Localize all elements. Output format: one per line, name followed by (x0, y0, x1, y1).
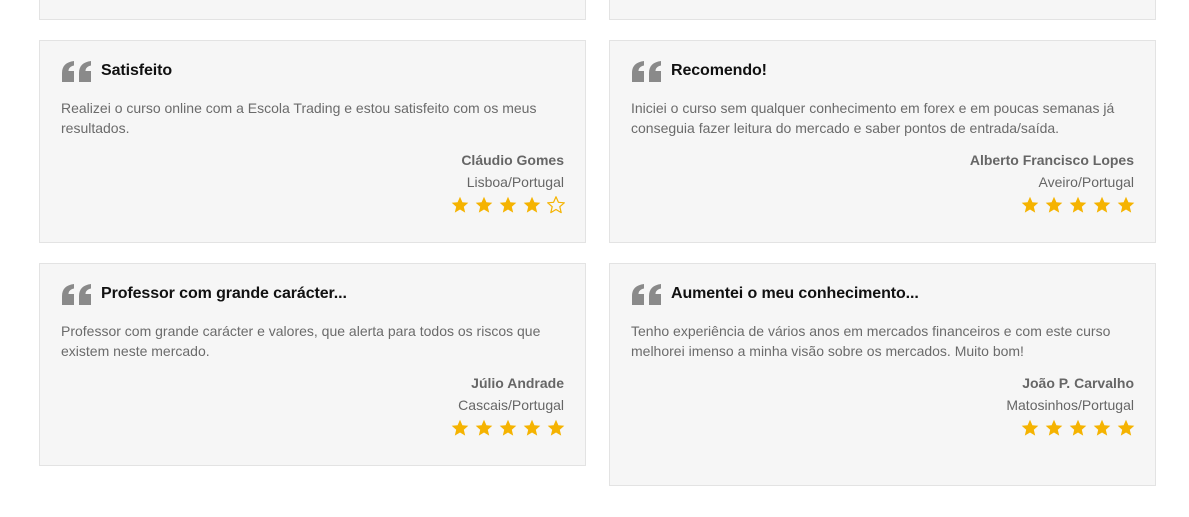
testimonial-card-partial (609, 0, 1156, 20)
star-rating (1021, 419, 1135, 437)
testimonial-text: Realizei o curso online com a Escola Tra… (61, 100, 537, 136)
testimonial-author: João P. Carvalho (1022, 375, 1134, 391)
testimonial-text: Iniciei o curso sem qualquer conheciment… (631, 100, 1115, 136)
testimonial-title: Recomendo! (671, 62, 767, 79)
star-filled-icon (1117, 196, 1135, 214)
testimonial-card: Aumentei o meu conhecimento... Tenho exp… (609, 263, 1156, 486)
star-empty-icon (547, 196, 565, 214)
star-filled-icon (1069, 419, 1087, 437)
star-filled-icon (499, 196, 517, 214)
quote-icon (631, 61, 663, 83)
star-filled-icon (451, 196, 469, 214)
star-filled-icon (475, 419, 493, 437)
testimonial-author: Júlio Andrade (471, 375, 564, 391)
star-filled-icon (1117, 419, 1135, 437)
testimonial-location: Matosinhos/Portugal (1006, 397, 1134, 413)
testimonial-text: Professor com grande carácter e valores,… (61, 323, 541, 359)
star-filled-icon (1093, 419, 1111, 437)
star-filled-icon (1069, 196, 1087, 214)
testimonial-title: Satisfeito (101, 62, 173, 79)
star-filled-icon (1045, 419, 1063, 437)
star-filled-icon (523, 196, 541, 214)
testimonial-title: Professor com grande carácter... (101, 285, 347, 302)
star-filled-icon (499, 419, 517, 437)
testimonial-card: Recomendo! Iniciei o curso sem qualquer … (609, 40, 1156, 243)
star-filled-icon (1093, 196, 1111, 214)
star-rating (451, 419, 565, 437)
testimonial-card: Satisfeito Realizei o curso online com a… (39, 40, 586, 243)
star-rating (451, 196, 565, 214)
star-filled-icon (523, 419, 541, 437)
star-filled-icon (451, 419, 469, 437)
quote-icon (61, 61, 93, 83)
star-filled-icon (547, 419, 565, 437)
quote-icon (631, 284, 663, 306)
testimonial-author: Cláudio Gomes (461, 152, 564, 168)
testimonial-text: Tenho experiência de vários anos em merc… (631, 323, 1111, 359)
testimonial-title: Aumentei o meu conhecimento... (671, 285, 919, 302)
star-filled-icon (1045, 196, 1063, 214)
testimonial-card-partial (39, 0, 586, 20)
testimonial-location: Aveiro/Portugal (1038, 174, 1134, 190)
star-filled-icon (1021, 419, 1039, 437)
testimonial-author: Alberto Francisco Lopes (969, 152, 1134, 168)
star-filled-icon (475, 196, 493, 214)
quote-icon (61, 284, 93, 306)
testimonial-card: Professor com grande carácter... Profess… (39, 263, 586, 466)
star-rating (1021, 196, 1135, 214)
testimonial-location: Lisboa/Portugal (466, 174, 564, 190)
star-filled-icon (1021, 196, 1039, 214)
testimonial-location: Cascais/Portugal (458, 397, 564, 413)
